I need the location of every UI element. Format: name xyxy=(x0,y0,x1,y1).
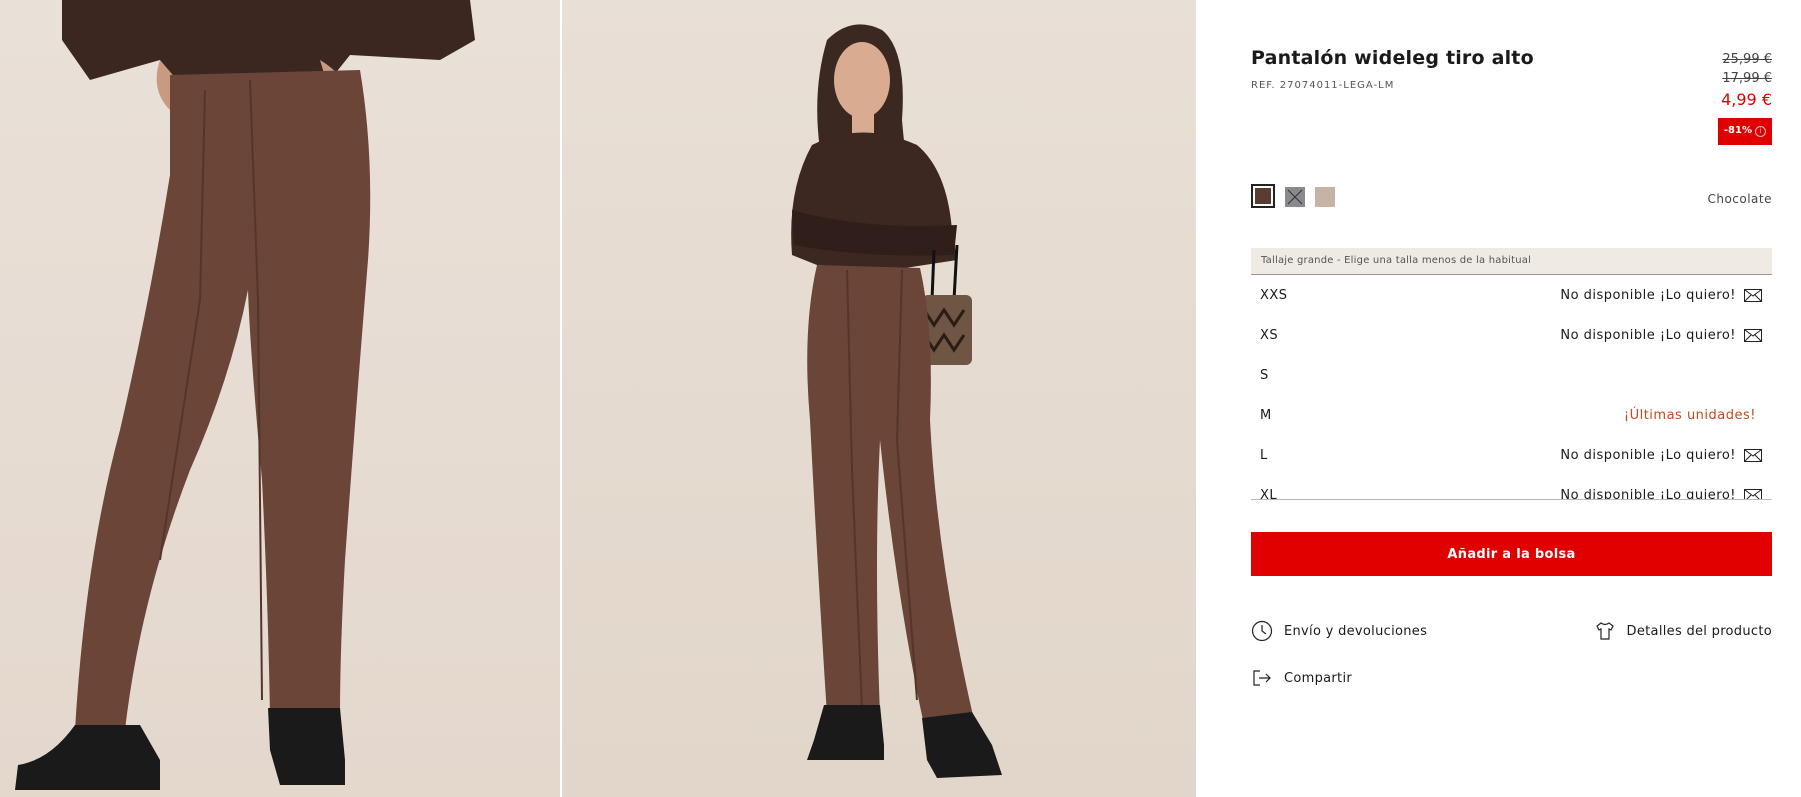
size-label: XL xyxy=(1260,487,1278,500)
swatch-fill xyxy=(1315,187,1335,207)
swatch-fill xyxy=(1255,188,1271,204)
price-block: 25,99 € 17,99 € 4,99 € -81% i xyxy=(1717,50,1772,145)
size-label: L xyxy=(1260,447,1268,463)
share-icon xyxy=(1253,670,1271,686)
size-label: XS xyxy=(1260,327,1279,343)
size-status-text: No disponible ¡Lo quiero! xyxy=(1560,487,1736,500)
closeup-illustration xyxy=(15,0,475,790)
discount-label: -81% xyxy=(1723,125,1752,136)
size-row-xs[interactable]: XS No disponible ¡Lo quiero! xyxy=(1251,315,1772,355)
size-label: S xyxy=(1260,367,1269,383)
clock-icon xyxy=(1251,620,1273,642)
size-row-xl[interactable]: XL No disponible ¡Lo quiero! xyxy=(1251,475,1772,501)
product-photo-closeup[interactable] xyxy=(0,0,560,797)
size-note: Tallaje grande - Elige una talla menos d… xyxy=(1251,248,1772,275)
share-link[interactable]: Compartir xyxy=(1251,667,1352,689)
unavailable-cross-icon xyxy=(1287,189,1303,205)
shipping-returns-label: Envío y devoluciones xyxy=(1284,623,1428,639)
size-status-text: No disponible ¡Lo quiero! xyxy=(1560,287,1736,303)
mail-icon[interactable] xyxy=(1744,448,1762,462)
size-status-text: No disponible ¡Lo quiero! xyxy=(1560,447,1736,463)
share-label: Compartir xyxy=(1284,670,1353,686)
product-title: Pantalón wideleg tiro alto xyxy=(1251,47,1534,69)
size-status: No disponible ¡Lo quiero! xyxy=(1560,328,1762,343)
mail-icon[interactable] xyxy=(1744,328,1762,342)
price-original: 25,99 € xyxy=(1722,52,1772,67)
product-ref: REF. 27074011-LEGA-LM xyxy=(1251,80,1395,91)
product-details-link[interactable]: Detalles del producto xyxy=(1594,620,1772,642)
size-label: XXS xyxy=(1260,287,1288,303)
price-current: 4,99 € xyxy=(1721,90,1772,109)
size-row-xxs[interactable]: XXS No disponible ¡Lo quiero! xyxy=(1251,275,1772,315)
size-status: No disponible ¡Lo quiero! xyxy=(1560,448,1762,463)
color-swatch-grey[interactable] xyxy=(1285,187,1305,207)
size-row-s[interactable]: S xyxy=(1251,355,1772,395)
color-swatch-beige[interactable] xyxy=(1315,187,1335,207)
price-previous: 17,99 € xyxy=(1722,71,1772,86)
shipping-returns-link[interactable]: Envío y devoluciones xyxy=(1251,620,1427,642)
selected-color-name: Chocolate xyxy=(1707,192,1772,206)
color-swatch-chocolate[interactable] xyxy=(1251,184,1275,208)
fullbody-illustration xyxy=(791,24,1002,778)
size-row-m[interactable]: M ¡Últimas unidades! xyxy=(1251,395,1772,435)
product-details-label: Detalles del producto xyxy=(1626,623,1772,639)
info-icon[interactable]: i xyxy=(1755,126,1766,137)
size-status: No disponible ¡Lo quiero! xyxy=(1560,288,1762,303)
size-status-text: No disponible ¡Lo quiero! xyxy=(1560,327,1736,343)
product-info-panel: Pantalón wideleg tiro alto REF. 27074011… xyxy=(1251,0,1772,797)
size-status: No disponible ¡Lo quiero! xyxy=(1560,487,1762,501)
mail-icon[interactable] xyxy=(1744,288,1762,302)
size-label: M xyxy=(1260,407,1272,423)
color-swatches xyxy=(1251,184,1335,208)
size-selector[interactable]: Tallaje grande - Elige una talla menos d… xyxy=(1251,248,1772,500)
discount-badge[interactable]: -81% i xyxy=(1717,118,1772,145)
size-row-l[interactable]: L No disponible ¡Lo quiero! xyxy=(1251,435,1772,475)
mail-icon[interactable] xyxy=(1744,488,1762,501)
shirt-icon xyxy=(1595,622,1614,640)
add-to-bag-button[interactable]: Añadir a la bolsa xyxy=(1251,532,1772,576)
size-status-last-units: ¡Últimas unidades! xyxy=(1623,407,1756,423)
product-photo-full[interactable] xyxy=(562,0,1196,797)
